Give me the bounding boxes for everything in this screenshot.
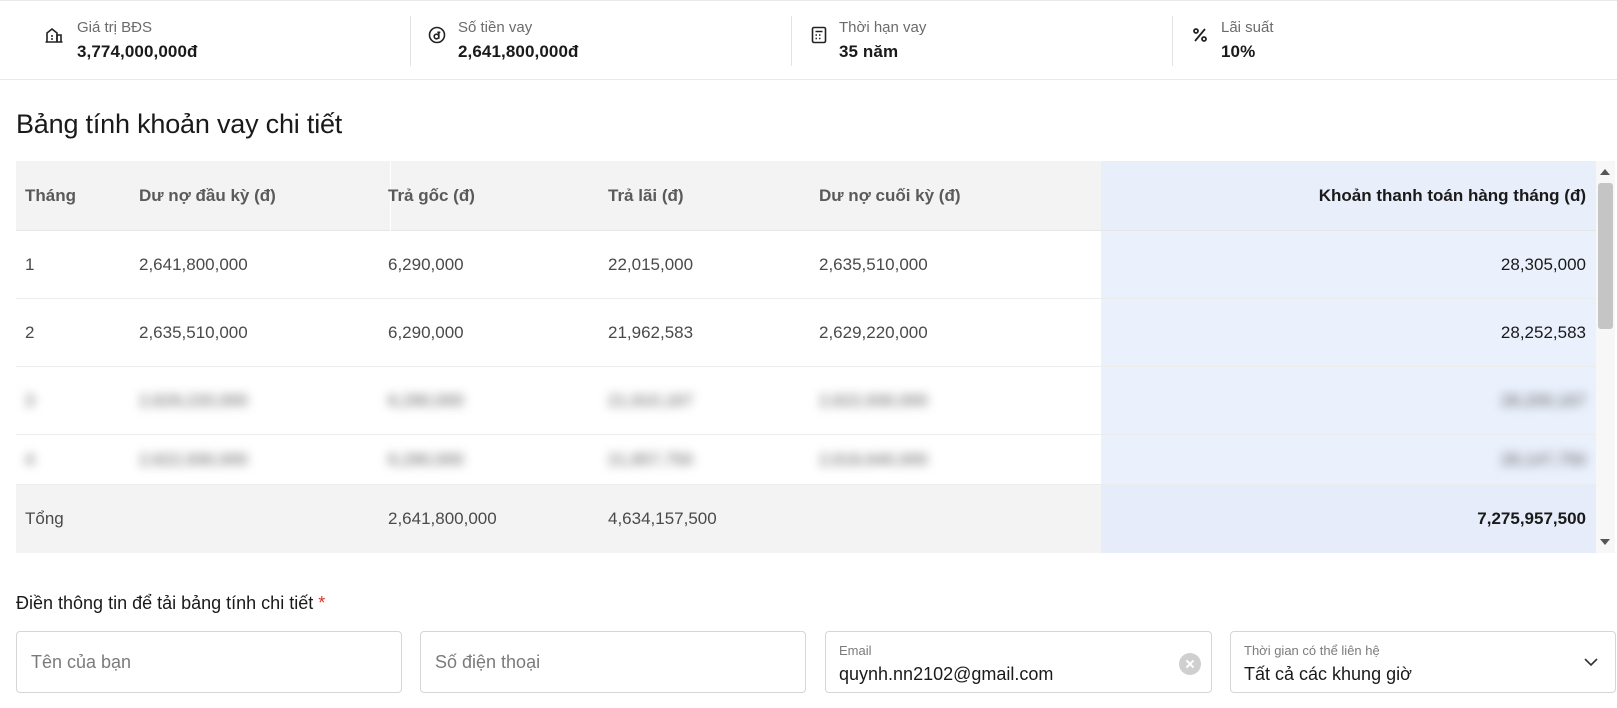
chevron-down-icon[interactable] xyxy=(1583,654,1599,670)
contact-time-value: Tất cả các khung giờ xyxy=(1244,664,1412,684)
phone-field[interactable]: Số điện thoại xyxy=(420,631,806,693)
total-interest: 4,634,157,500 xyxy=(608,509,717,528)
cell-principal: 6,290,000 xyxy=(388,322,464,342)
clear-icon[interactable] xyxy=(1179,653,1201,675)
cell-interest: 21,962,583 xyxy=(608,322,694,342)
cell-interest: 22,015,000 xyxy=(608,254,694,274)
required-mark: * xyxy=(318,593,326,613)
summary-label: Số tiền vay xyxy=(458,19,533,36)
cell-closing-balance: 2,622,930,000 xyxy=(819,390,928,410)
percent-icon xyxy=(1193,28,1207,42)
summary-label: Giá trị BĐS xyxy=(77,19,153,36)
scroll-up-arrow-icon[interactable] xyxy=(1600,169,1610,175)
table-total-row: Tổng 2,641,800,000 4,634,157,500 7,275,9… xyxy=(16,485,1596,553)
scroll-thumb[interactable] xyxy=(1598,183,1613,329)
summary-label: Thời hạn vay xyxy=(839,19,927,36)
name-placeholder: Tên của bạn xyxy=(31,652,132,672)
column-header-closing-balance: Dư nợ cuối kỳ (đ) xyxy=(819,185,961,205)
cell-interest: 21,857,750 xyxy=(608,449,694,469)
cell-monthly-payment: 28,200,167 xyxy=(1101,367,1596,434)
contact-time-select[interactable]: Thời gian có thể liên hệ Tất cả các khun… xyxy=(1230,631,1616,693)
email-value[interactable]: quynh.nn2102@gmail.com xyxy=(839,664,1053,685)
cell-principal: 6,290,000 xyxy=(388,254,464,274)
loan-schedule-table[interactable]: Tháng Dư nợ đầu kỳ (đ) Trả gốc (đ) Trả l… xyxy=(16,161,1615,553)
cell-month: 3 xyxy=(25,390,35,410)
summary-loan-term: Thời hạn vay 35 năm xyxy=(791,1,1172,81)
table-body: Tháng Dư nợ đầu kỳ (đ) Trả gốc (đ) Trả l… xyxy=(16,161,1596,553)
cell-month: 1 xyxy=(25,254,35,274)
summary-property-value: Giá trị BĐS 3,774,000,000đ xyxy=(0,1,410,81)
table-row: 1 2,641,800,000 6,290,000 22,015,000 2,6… xyxy=(16,231,1596,299)
dong-coin-icon xyxy=(428,26,446,44)
table-row-blurred: 3 2,629,220,000 6,290,000 21,910,167 2,6… xyxy=(16,367,1596,435)
cell-interest: 21,910,167 xyxy=(608,390,694,410)
email-field[interactable]: Email quynh.nn2102@gmail.com xyxy=(825,631,1212,693)
cell-month: 2 xyxy=(25,322,35,342)
cell-principal: 6,290,000 xyxy=(388,390,464,410)
summary-loan-amount: Số tiền vay 2,641,800,000đ xyxy=(410,1,791,81)
table-header-row: Tháng Dư nợ đầu kỳ (đ) Trả gốc (đ) Trả l… xyxy=(16,161,1596,231)
total-payment: 7,275,957,500 xyxy=(1101,485,1596,553)
cell-closing-balance: 2,616,640,000 xyxy=(819,449,928,469)
contact-time-label: Thời gian có thể liên hệ xyxy=(1244,643,1380,658)
cell-principal: 6,290,000 xyxy=(388,449,464,469)
summary-value: 2,641,800,000đ xyxy=(458,42,579,61)
summary-interest-rate: Lãi suất 10% xyxy=(1172,1,1617,81)
scroll-down-arrow-icon[interactable] xyxy=(1600,539,1610,545)
column-header-opening-balance: Dư nợ đầu kỳ (đ) xyxy=(139,185,276,205)
loan-table-title: Bảng tính khoản vay chi tiết xyxy=(16,109,343,139)
summary-value: 3,774,000,000đ xyxy=(77,42,198,61)
summary-value: 10% xyxy=(1221,42,1256,61)
column-header-interest: Trả lãi (đ) xyxy=(608,185,684,205)
download-form-title: Điền thông tin để tải bảng tính chi tiết… xyxy=(16,590,325,616)
cell-opening-balance: 2,629,220,000 xyxy=(139,390,248,410)
summary-label: Lãi suất xyxy=(1221,19,1274,36)
cell-opening-balance: 2,641,800,000 xyxy=(139,254,248,274)
total-label: Tổng xyxy=(25,509,64,528)
loan-summary-bar: Giá trị BĐS 3,774,000,000đ Số tiền vay 2… xyxy=(0,0,1617,80)
cell-monthly-payment: 28,252,583 xyxy=(1101,299,1596,366)
column-header-principal: Trả gốc (đ) xyxy=(388,185,475,205)
cell-closing-balance: 2,635,510,000 xyxy=(819,254,928,274)
email-label: Email xyxy=(839,643,872,658)
cell-opening-balance: 2,622,930,000 xyxy=(139,449,248,469)
building-icon xyxy=(45,27,63,43)
cell-monthly-payment: 28,147,750 xyxy=(1101,435,1596,484)
phone-placeholder: Số điện thoại xyxy=(435,652,541,672)
form-title-text: Điền thông tin để tải bảng tính chi tiết xyxy=(16,593,314,613)
calculator-icon xyxy=(811,26,827,44)
cell-closing-balance: 2,629,220,000 xyxy=(819,322,928,342)
cell-opening-balance: 2,635,510,000 xyxy=(139,322,248,342)
table-row: 2 2,635,510,000 6,290,000 21,962,583 2,6… xyxy=(16,299,1596,367)
table-row-blurred: 4 2,622,930,000 6,290,000 21,857,750 2,6… xyxy=(16,435,1596,485)
column-header-month: Tháng xyxy=(25,185,76,205)
column-header-monthly-payment: Khoản thanh toán hàng tháng (đ) xyxy=(1101,161,1596,230)
table-scrollbar[interactable] xyxy=(1596,161,1615,553)
summary-value: 35 năm xyxy=(839,42,899,61)
cell-monthly-payment: 28,305,000 xyxy=(1101,231,1596,298)
total-principal: 2,641,800,000 xyxy=(388,509,497,528)
name-field[interactable]: Tên của bạn xyxy=(16,631,402,693)
cell-month: 4 xyxy=(25,449,35,469)
